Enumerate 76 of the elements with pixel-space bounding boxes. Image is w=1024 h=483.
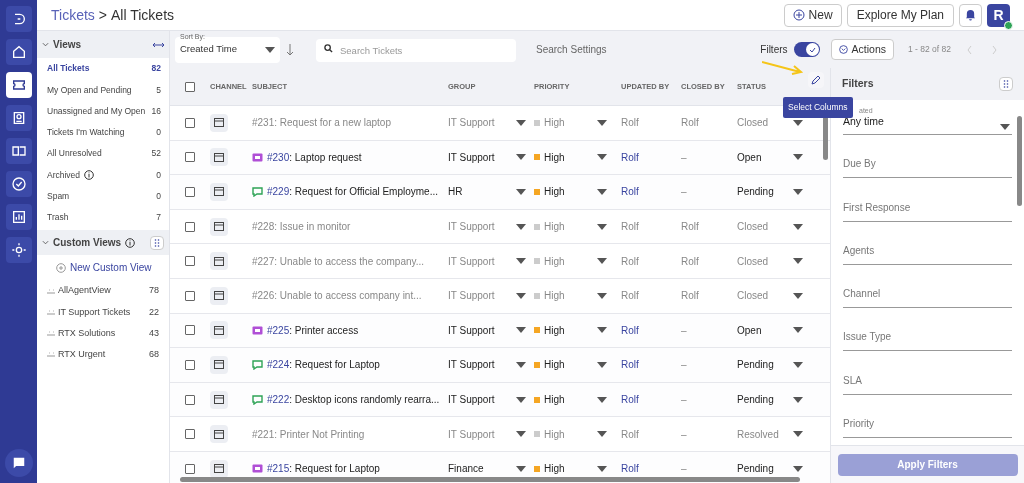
view-count: 0 — [156, 126, 161, 139]
view-count: 52 — [151, 147, 161, 161]
view-label: All Unresolved — [47, 147, 102, 161]
priority-value: High — [544, 323, 565, 338]
view-label: My Open and Pending — [47, 83, 132, 97]
status-value: Pending — [737, 185, 774, 200]
view-label: Trash — [47, 211, 69, 225]
page-title: All Tickets — [111, 5, 175, 25]
status-value: Open — [737, 323, 762, 338]
group-value: IT Support — [448, 427, 495, 442]
view-label: Spam — [47, 190, 70, 203]
tooltip: Select Columns — [783, 97, 853, 118]
view-count: 22 — [149, 305, 159, 319]
priority-value: High — [544, 289, 565, 304]
view-count: 82 — [151, 62, 161, 75]
status-value: Pending — [737, 393, 774, 408]
view-count: 5 — [156, 83, 161, 97]
closed-by-value: – — [681, 150, 688, 165]
view-count: 68 — [149, 348, 159, 362]
view-label: Tickets I'm Watching — [47, 126, 125, 139]
status-value: Closed — [737, 289, 769, 304]
status-value: Open — [737, 150, 762, 165]
priority-value: High — [544, 358, 565, 373]
group-value: IT Support — [448, 254, 495, 269]
priority-value: High — [544, 254, 565, 269]
priority-value: High — [544, 220, 565, 235]
group-value: Finance — [448, 462, 484, 477]
group-value: IT Support — [448, 220, 495, 235]
filters-label: Filters — [760, 43, 788, 57]
view-count: 7 — [156, 211, 161, 225]
group-value: IT Support — [448, 116, 495, 131]
status-value: Closed — [737, 220, 769, 235]
priority-value: High — [544, 116, 565, 131]
closed-by-value: – — [681, 323, 688, 338]
status-value: Closed — [737, 254, 769, 269]
view-count: 16 — [151, 104, 161, 118]
breadcrumb-separator: > — [98, 5, 107, 25]
view-count: 43 — [149, 326, 159, 340]
closed-by-value: – — [681, 393, 688, 408]
closed-by-value: Rolf — [681, 289, 700, 304]
filters-title: Filters — [842, 76, 874, 92]
section-title: Custom Views — [53, 236, 122, 251]
view-count: 78 — [149, 284, 159, 298]
view-label: RTX Urgent — [58, 348, 106, 362]
closed-by-value: Rolf — [681, 220, 700, 235]
view-label: Unassigned and My Open — [47, 104, 146, 118]
view-count: 0 — [156, 168, 161, 182]
closed-by-value: Rolf — [681, 116, 700, 131]
status-value: Pending — [737, 462, 774, 477]
view-label: Archived — [47, 168, 81, 182]
closed-by-value: – — [681, 462, 688, 477]
priority-value: High — [544, 185, 565, 200]
pagination-text: 1 - 82 of 82 — [908, 43, 951, 56]
group-value: IT Support — [448, 323, 495, 338]
group-value: HR — [448, 185, 463, 200]
view-count: 0 — [156, 190, 161, 203]
priority-value: High — [544, 393, 565, 408]
priority-value: High — [544, 462, 565, 477]
closed-by-value: – — [681, 358, 688, 373]
group-value: IT Support — [448, 289, 495, 304]
section-title: Views — [53, 38, 82, 52]
priority-value: High — [544, 150, 565, 165]
view-label: AllAgentView — [58, 284, 111, 298]
closed-by-value: Rolf — [681, 254, 700, 269]
group-value: IT Support — [448, 150, 495, 165]
view-label: IT Support Tickets — [58, 305, 131, 319]
view-label: RTX Solutions — [58, 326, 116, 340]
status-value: Closed — [737, 116, 769, 131]
view-label: All Tickets — [47, 62, 90, 75]
priority-value: High — [544, 427, 565, 442]
status-value: Resolved — [737, 427, 779, 442]
closed-by-value: – — [681, 427, 688, 442]
closed-by-value: – — [681, 185, 688, 200]
group-value: IT Support — [448, 358, 495, 373]
status-value: Pending — [737, 358, 774, 373]
group-value: IT Support — [448, 393, 495, 408]
